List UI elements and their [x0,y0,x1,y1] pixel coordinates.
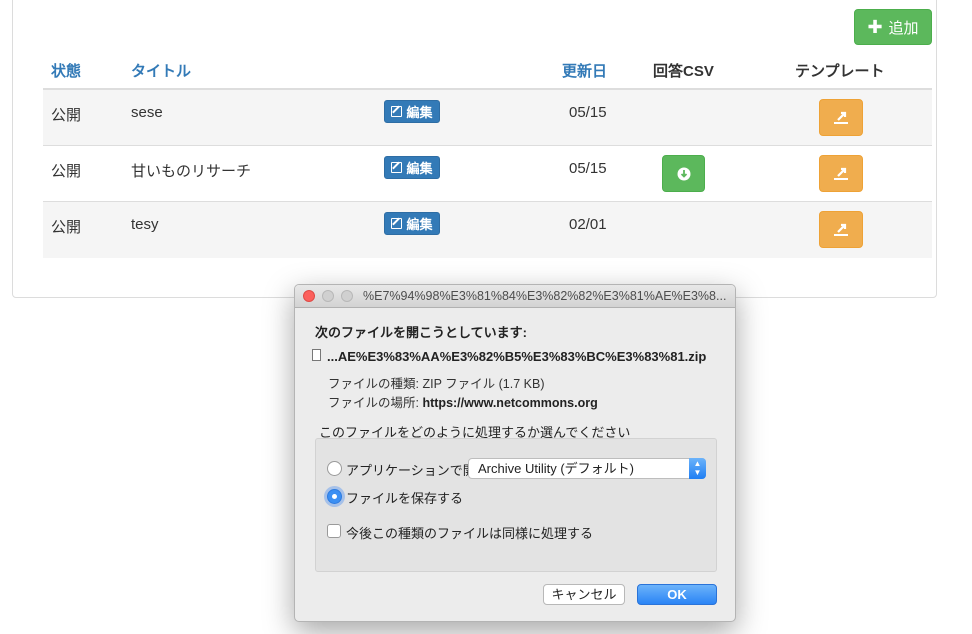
row-title: sese [131,104,163,121]
dialog-title: %E7%94%98%E3%81%84%E3%82%82%E3%81%AE%E3%… [363,289,727,303]
row-status: 公開 [51,219,82,236]
edit-icon [391,106,403,117]
dialog-titlebar: %E7%94%98%E3%81%84%E3%82%82%E3%81%AE%E3%… [295,285,735,308]
edit-button-label: 編集 [406,105,433,120]
file-type-value: ZIP ファイル (1.7 KB) [422,377,545,391]
save-file-radio[interactable] [327,489,342,504]
file-type-row: ファイルの種類: ZIP ファイル (1.7 KB) [328,373,544,392]
edit-button-label: 編集 [406,217,433,232]
application-select[interactable]: Archive Utility (デフォルト) ▲ ▼ [468,458,706,479]
minimize-window-button [322,290,334,302]
edit-button[interactable]: 編集 [384,212,440,235]
row-date: 05/15 [569,104,607,121]
template-export-button[interactable] [819,99,863,136]
table-header: 状態 タイトル 更新日 回答CSV テンプレート [43,53,932,90]
file-name: ...AE%E3%83%AA%E3%82%B5%E3%83%BC%E3%83%8… [327,349,707,364]
edit-button[interactable]: 編集 [384,156,440,179]
file-icon [312,349,321,361]
application-select-value: Archive Utility (デフォルト) [478,461,635,476]
close-window-button[interactable] [303,290,315,302]
plus-icon: ✚ [867,17,883,37]
ok-button[interactable]: OK [637,584,717,605]
survey-table: 状態 タイトル 更新日 回答CSV テンプレート 公開 sese 編集 05/1… [43,53,932,258]
file-type-label: ファイルの種類: [328,377,419,391]
add-button[interactable]: ✚ 追加 [854,9,932,45]
row-date: 05/15 [569,160,607,177]
template-export-button[interactable] [819,211,863,248]
table-row: 公開 sese 編集 05/15 [43,90,932,146]
edit-icon [391,218,403,229]
row-status: 公開 [51,107,82,124]
header-csv: 回答CSV [653,63,714,80]
zoom-window-button [341,290,353,302]
header-status[interactable]: 状態 [51,60,81,81]
row-date: 02/01 [569,216,607,233]
template-export-button[interactable] [819,155,863,192]
export-icon [834,111,848,124]
header-title[interactable]: タイトル [131,60,191,81]
row-title: tesy [131,216,159,233]
row-status: 公開 [51,163,82,180]
row-title: 甘いものリサーチ [131,163,252,180]
select-arrows-icon: ▲ ▼ [689,458,706,479]
file-source-label: ファイルの場所: [328,396,419,410]
file-source-row: ファイルの場所: https://www.netcommons.org [328,392,598,411]
table-row: 公開 tesy 編集 02/01 [43,202,932,258]
download-circle-icon [677,167,690,180]
edit-button-label: 編集 [406,161,433,176]
edit-button[interactable]: 編集 [384,100,440,123]
open-with-radio[interactable] [327,461,342,476]
remember-checkbox[interactable] [327,524,341,538]
header-updated[interactable]: 更新日 [562,60,607,81]
table-row: 公開 甘いものリサーチ 編集 05/15 [43,146,932,202]
remember-label[interactable]: 今後この種類のファイルは同様に処理する [346,523,593,542]
edit-icon [391,162,403,173]
save-file-label[interactable]: ファイルを保存する [346,488,463,507]
header-template: テンプレート [795,63,885,80]
dialog-heading: 次のファイルを開こうとしています: [315,325,527,340]
file-source-value: https://www.netcommons.org [422,396,598,410]
add-button-label: 追加 [888,19,919,37]
export-icon [834,223,848,236]
survey-list-panel: ✚ 追加 状態 タイトル 更新日 回答CSV テンプレート 公開 sese 編集… [12,0,937,298]
csv-download-button[interactable] [662,155,705,192]
file-open-dialog: %E7%94%98%E3%81%84%E3%82%82%E3%81%AE%E3%… [294,284,736,622]
cancel-button[interactable]: キャンセル [543,584,625,605]
export-icon [834,167,848,180]
